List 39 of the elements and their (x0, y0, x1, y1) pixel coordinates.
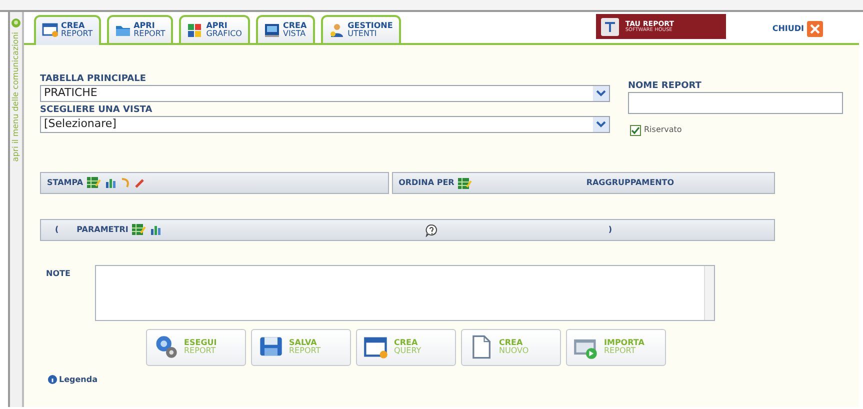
section-label: RAGGRUPPAMENTO (586, 176, 674, 189)
tab-icon (187, 22, 204, 38)
tab[interactable]: CREA REPORT (34, 15, 101, 45)
checkbox[interactable] (630, 125, 641, 136)
field-label: TABELLA PRINCIPALE (40, 75, 147, 85)
tab-icon (264, 22, 280, 38)
tab-icon (328, 22, 345, 38)
checkbox-label: Riservato (644, 124, 682, 136)
tab[interactable]: APRI GRAFICO (179, 15, 250, 43)
select-field[interactable]: [Selezionare] (40, 116, 610, 133)
table-edit-icon[interactable] (87, 177, 102, 188)
tab[interactable]: CREA VISTA (256, 15, 315, 43)
note-field[interactable] (95, 264, 716, 321)
select-value: PRATICHE (44, 85, 98, 102)
input-field[interactable] (628, 92, 843, 114)
legend-link[interactable]: Legenda (59, 374, 98, 386)
select-field[interactable]: PRATICHE (40, 84, 610, 102)
tab[interactable]: GESTIONE UTENTI (320, 15, 401, 43)
table-edit-icon[interactable] (132, 224, 146, 236)
gears-icon (153, 334, 179, 360)
section-label: PARAMETRI (76, 224, 128, 236)
field-label: NOTE (46, 268, 70, 280)
select-value: [Selezionare] (44, 116, 118, 132)
bracket-text: ) (608, 224, 612, 236)
tab-icon (42, 22, 58, 38)
bracket-text: ( (55, 224, 59, 236)
field-label: SCEGLIERE UNA VISTA (40, 106, 154, 116)
chart-icon[interactable] (150, 224, 162, 236)
field-label: NOME REPORT (628, 82, 702, 92)
help-icon[interactable] (425, 224, 438, 238)
info-icon (48, 375, 57, 384)
section-label: ORDINA PER (398, 176, 454, 189)
close-icon (807, 21, 823, 37)
table-edit-icon[interactable] (458, 178, 472, 190)
tab[interactable]: APRI REPORT (106, 15, 174, 43)
logo-icon (601, 18, 620, 36)
close-button[interactable]: CHIUDI (772, 21, 823, 37)
section-label: STAMPA (47, 176, 84, 189)
chart-icon[interactable] (105, 177, 116, 188)
